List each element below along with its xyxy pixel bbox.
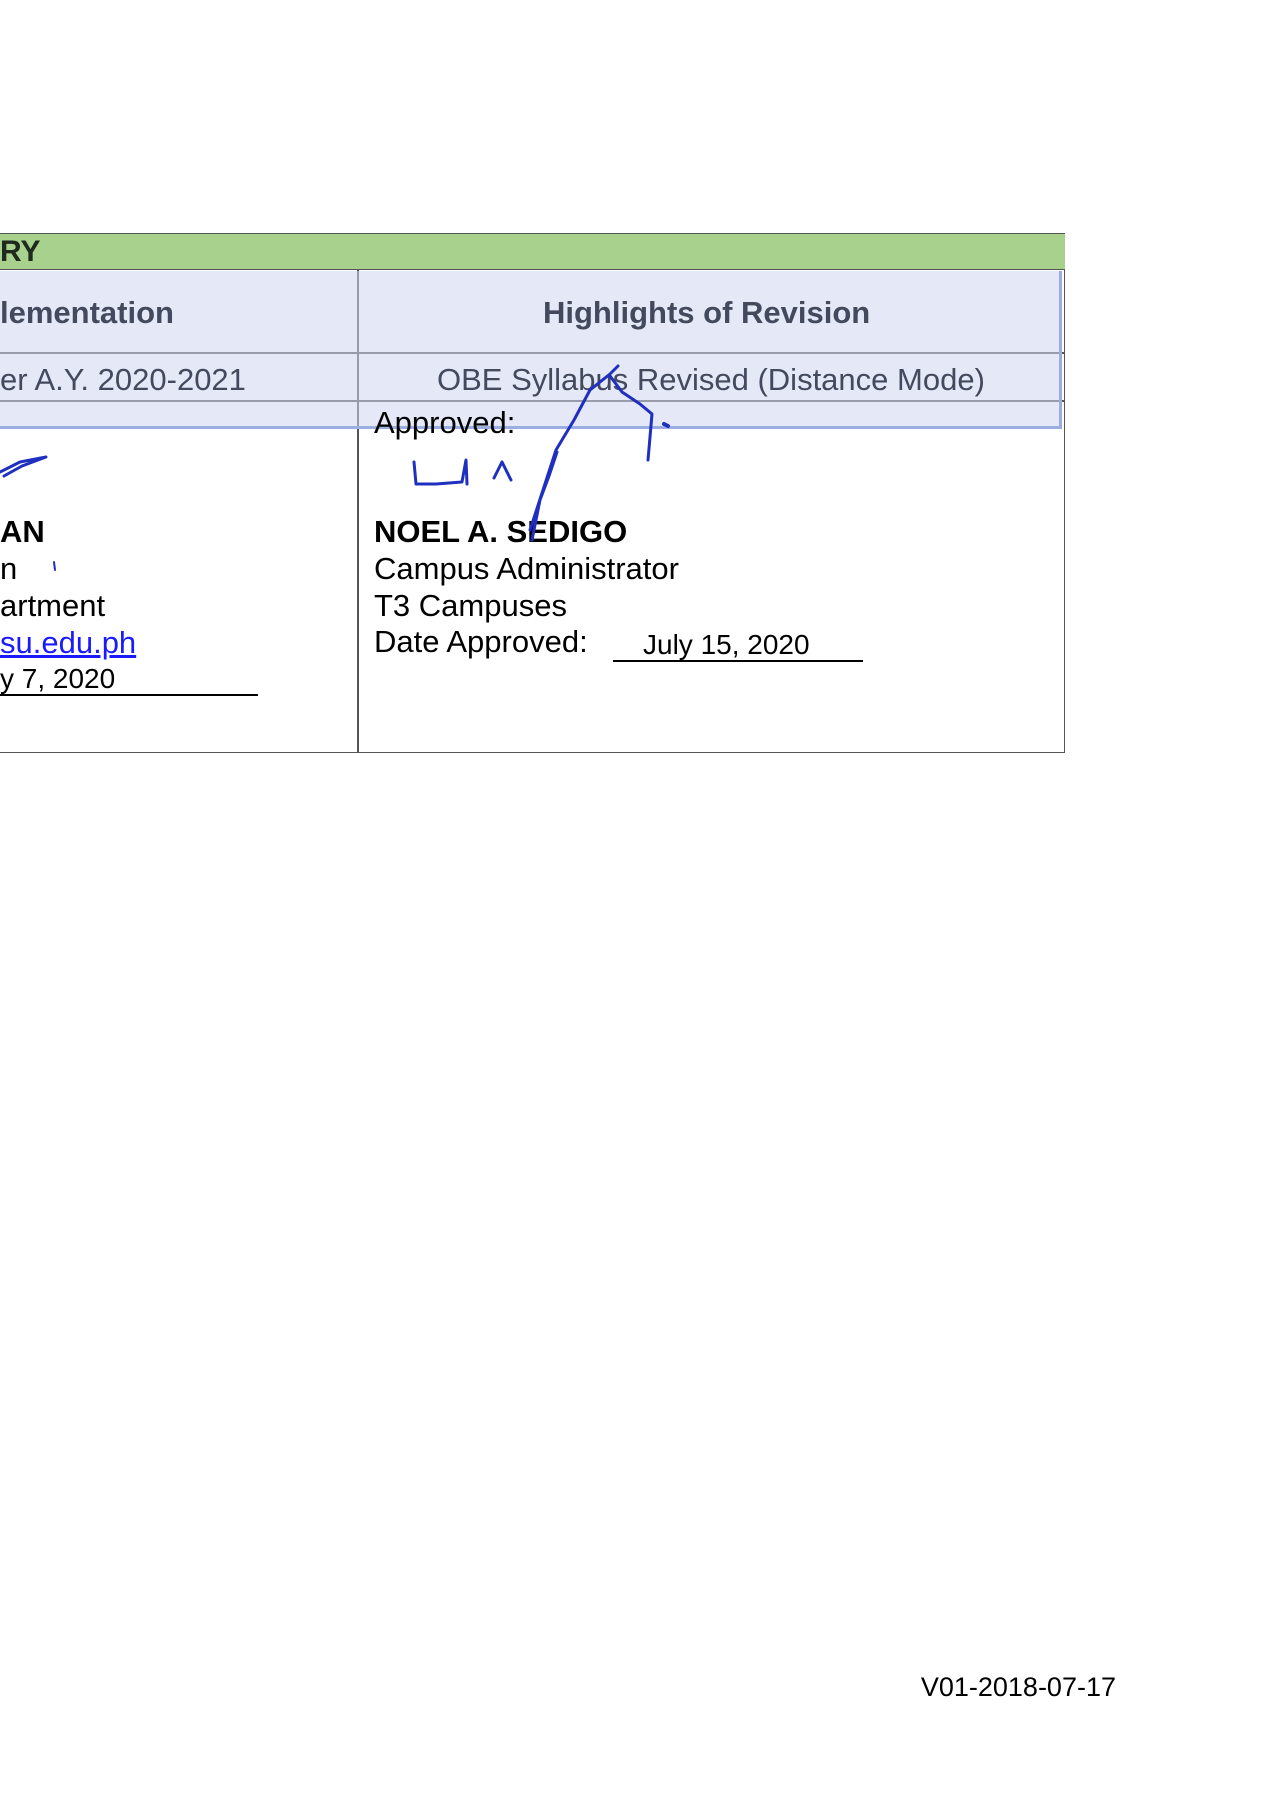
left-date-underline	[0, 694, 258, 696]
left-signatory-date: y 7, 2020	[0, 663, 116, 694]
document-page: RY lementation Highlights of Revision er…	[0, 0, 1273, 1800]
header-highlights-of-revision: Highlights of Revision	[543, 295, 871, 330]
header-implementation: lementation	[0, 295, 174, 330]
section-title: RY	[0, 235, 41, 268]
left-signatory-email-link[interactable]: su.edu.ph	[0, 625, 136, 661]
approved-label: Approved:	[374, 405, 516, 440]
version-footer: V01-2018-07-17	[920, 1672, 1116, 1702]
cell-highlights: OBE Syllabus Revised (Distance Mode)	[437, 362, 985, 397]
date-approved-value: July 15, 2020	[643, 629, 810, 660]
revision-history-section-bar: RY	[0, 233, 1065, 270]
right-signatory-title: Campus Administrator	[374, 551, 679, 586]
left-signatory-title: n	[0, 551, 18, 586]
left-signatory-department: artment	[0, 588, 106, 623]
right-signatory-name: NOEL A. SEDIGO	[374, 514, 628, 549]
right-signatory-campus: T3 Campuses	[374, 588, 567, 623]
left-signatory-name: AN	[0, 514, 45, 549]
cell-implementation: er A.Y. 2020-2021	[0, 362, 246, 397]
date-approved-underline	[613, 660, 863, 662]
date-approved-label: Date Approved:	[374, 624, 588, 659]
